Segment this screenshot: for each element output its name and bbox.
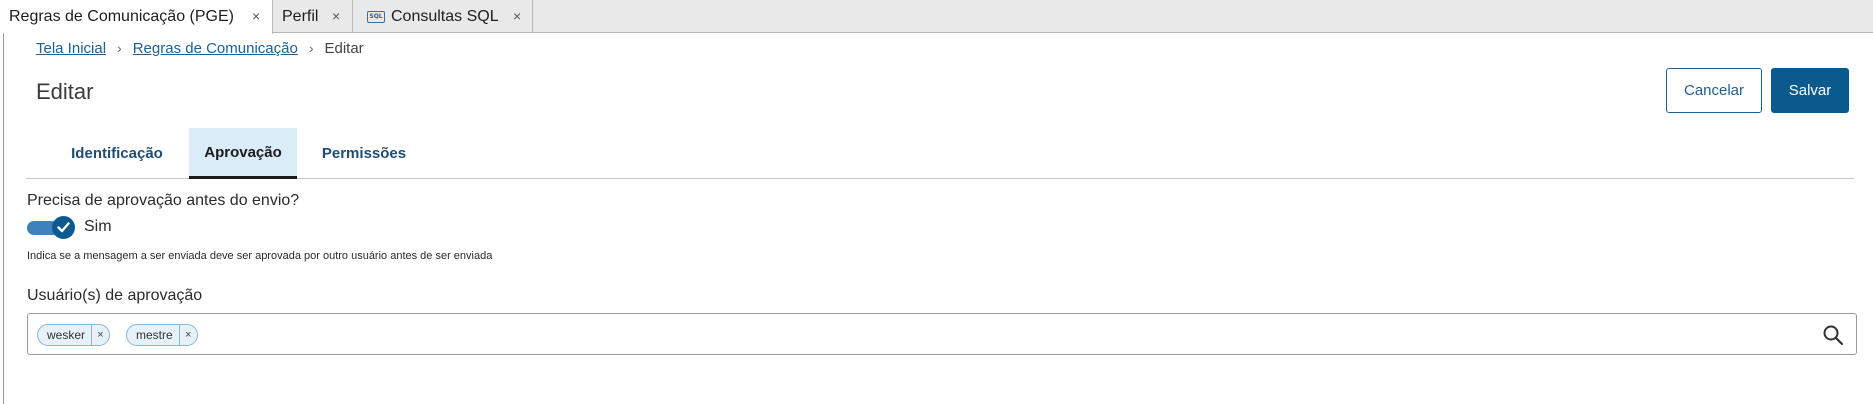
remove-chip-icon[interactable]: × bbox=[178, 325, 197, 345]
chevron-right-icon: › bbox=[117, 40, 122, 56]
breadcrumb-home-link[interactable]: Tela Inicial bbox=[36, 40, 106, 57]
window-tab-label: Regras de Comunicação (PGE) bbox=[9, 8, 234, 25]
save-button[interactable]: Salvar bbox=[1771, 68, 1849, 113]
approval-users-label: Usuário(s) de aprovação bbox=[27, 287, 203, 304]
close-icon[interactable]: × bbox=[252, 8, 260, 24]
tab-permissoes[interactable]: Permissões bbox=[310, 128, 418, 179]
window-tab-label: Perfil bbox=[282, 7, 319, 25]
breadcrumb: Tela Inicial › Regras de Comunicação › E… bbox=[36, 38, 364, 58]
approval-users-input[interactable]: wesker × mestre × bbox=[27, 313, 1857, 355]
close-icon[interactable]: × bbox=[513, 8, 521, 24]
toggle-value-label: Sim bbox=[84, 218, 112, 235]
user-chip-label: mestre bbox=[136, 328, 173, 342]
user-chip: mestre × bbox=[126, 324, 198, 346]
window-tab-consultas-sql[interactable]: SQL Consultas SQL × bbox=[353, 0, 533, 33]
breadcrumb-current: Editar bbox=[324, 39, 364, 57]
tab-aprovacao[interactable]: Aprovação bbox=[189, 128, 297, 179]
search-icon[interactable] bbox=[1822, 324, 1844, 346]
approval-question-label: Precisa de aprovação antes do envio? bbox=[27, 192, 300, 209]
tab-identificacao[interactable]: Identificação bbox=[63, 128, 171, 179]
user-chip: wesker × bbox=[37, 324, 111, 346]
form-tabs: Identificação Aprovação Permissões bbox=[26, 128, 1854, 179]
cancel-button[interactable]: Cancelar bbox=[1666, 68, 1762, 113]
chevron-right-icon: › bbox=[308, 40, 314, 56]
left-border bbox=[3, 33, 4, 404]
window-tab-regras[interactable]: Regras de Comunicação (PGE) × bbox=[0, 0, 273, 34]
breadcrumb-regras-link[interactable]: Regras de Comunicação bbox=[133, 40, 298, 57]
user-chip-label: wesker bbox=[47, 328, 86, 342]
page-title: Editar bbox=[36, 79, 94, 104]
approval-toggle[interactable] bbox=[27, 216, 75, 239]
remove-chip-icon[interactable]: × bbox=[91, 325, 109, 345]
sql-icon: SQL bbox=[367, 10, 385, 23]
approval-help-text: Indica se a mensagem a ser enviada deve … bbox=[27, 250, 493, 262]
window-tab-bar: Regras de Comunicação (PGE) × Perfil × S… bbox=[0, 0, 1873, 34]
window-tab-label: Consultas SQL bbox=[391, 7, 499, 25]
window-tab-perfil[interactable]: Perfil × bbox=[273, 0, 353, 33]
check-icon bbox=[52, 216, 75, 239]
close-icon[interactable]: × bbox=[332, 8, 340, 24]
